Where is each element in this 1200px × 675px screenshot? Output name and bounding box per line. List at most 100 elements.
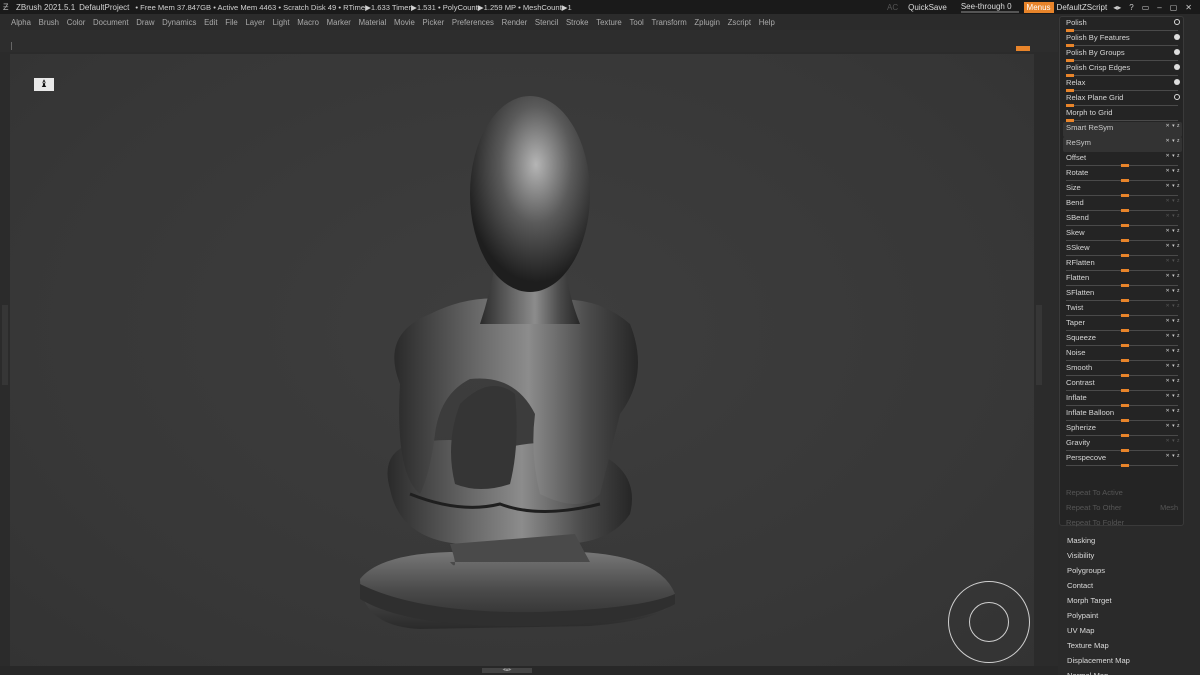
axis-toggle-icon[interactable]: ✕ ▾ z: [1166, 303, 1180, 309]
menu-layer[interactable]: Layer: [245, 18, 265, 27]
subpalette-contact[interactable]: Contact: [1067, 581, 1093, 590]
document-canvas[interactable]: ♝: [10, 54, 1034, 666]
button-relax-plane-grid[interactable]: Relax Plane Grid: [1063, 92, 1182, 107]
subpalette-visibility[interactable]: Visibility: [1067, 551, 1094, 560]
button-relax[interactable]: Relax: [1063, 77, 1182, 92]
menu-document[interactable]: Document: [93, 18, 129, 27]
subpalette-morph-target[interactable]: Morph Target: [1067, 596, 1112, 605]
lightbox-toggle-icon[interactable]: ♝: [34, 78, 54, 91]
default-zscript-button[interactable]: DefaultZScript: [1057, 3, 1108, 12]
subpalette-uv-map[interactable]: UV Map: [1067, 626, 1094, 635]
axis-toggle-icon[interactable]: ✕ ▾ z: [1166, 123, 1180, 129]
button-polish-by-groups[interactable]: Polish By Groups: [1063, 47, 1182, 62]
slider-inflate-balloon[interactable]: Inflate Balloon ✕ ▾ z: [1063, 407, 1182, 422]
menu-movie[interactable]: Movie: [394, 18, 415, 27]
maximize-icon[interactable]: ▢: [1170, 3, 1178, 12]
slider-offset[interactable]: Offset ✕ ▾ z: [1063, 152, 1182, 167]
axis-toggle-icon[interactable]: ✕ ▾ z: [1166, 318, 1180, 324]
menu-draw[interactable]: Draw: [136, 18, 154, 27]
subpalette-texture-map[interactable]: Texture Map: [1067, 641, 1109, 650]
menu-help[interactable]: Help: [759, 18, 775, 27]
subpalette-displacement-map[interactable]: Displacement Map: [1067, 656, 1130, 665]
button-polish-by-features[interactable]: Polish By Features: [1063, 32, 1182, 47]
menu-transform[interactable]: Transform: [651, 18, 686, 27]
polish-option-icon[interactable]: [1174, 19, 1180, 25]
menu-preferences[interactable]: Preferences: [452, 18, 494, 27]
menu-edit[interactable]: Edit: [204, 18, 217, 27]
polish-option-icon[interactable]: [1174, 49, 1180, 55]
shelf-indicator[interactable]: [1016, 46, 1030, 51]
mesh-option-label[interactable]: Mesh: [1160, 503, 1178, 512]
button-polish[interactable]: Polish: [1063, 17, 1182, 32]
axis-toggle-icon[interactable]: ✕ ▾ z: [1166, 138, 1180, 144]
menu-zplugin[interactable]: Zplugin: [694, 18, 720, 27]
axis-toggle-icon[interactable]: ✕ ▾ z: [1166, 258, 1180, 264]
quicksave-button[interactable]: QuickSave: [908, 3, 947, 12]
slider-sskew[interactable]: SSkew ✕ ▾ z: [1063, 242, 1182, 257]
slider-perspecove[interactable]: Perspecove ✕ ▾ z: [1063, 452, 1182, 467]
slider-taper[interactable]: Taper ✕ ▾ z: [1063, 317, 1182, 332]
menu-dynamics[interactable]: Dynamics: [162, 18, 196, 27]
navigation-gizmo[interactable]: [948, 581, 1030, 663]
slider-rflatten[interactable]: RFlatten ✕ ▾ z: [1063, 257, 1182, 272]
menu-zscript[interactable]: Zscript: [728, 18, 751, 27]
menu-picker[interactable]: Picker: [423, 18, 445, 27]
subpalette-normal-map[interactable]: Normal Map: [1067, 671, 1108, 675]
menu-alpha[interactable]: Alpha: [11, 18, 31, 27]
axis-toggle-icon[interactable]: ✕ ▾ z: [1166, 438, 1180, 444]
slider-spherize[interactable]: Spherize ✕ ▾ z: [1063, 422, 1182, 437]
axis-toggle-icon[interactable]: ✕ ▾ z: [1166, 378, 1180, 384]
menu-stroke[interactable]: Stroke: [566, 18, 589, 27]
polish-option-icon[interactable]: [1174, 94, 1180, 100]
project-name[interactable]: DefaultProject: [79, 3, 129, 12]
button-polish-crisp-edges[interactable]: Polish Crisp Edges: [1063, 62, 1182, 77]
menu-brush[interactable]: Brush: [39, 18, 59, 27]
slider-gravity[interactable]: Gravity ✕ ▾ z: [1063, 437, 1182, 452]
axis-toggle-icon[interactable]: ✕ ▾ z: [1166, 333, 1180, 339]
subpalette-polygroups[interactable]: Polygroups: [1067, 566, 1105, 575]
repeat-to-folder-button[interactable]: Repeat To Folder: [1063, 517, 1182, 532]
axis-toggle-icon[interactable]: ✕ ▾ z: [1166, 273, 1180, 279]
minimize-icon[interactable]: –: [1157, 3, 1161, 12]
axis-toggle-icon[interactable]: ✕ ▾ z: [1166, 408, 1180, 414]
repeat-to-active-button[interactable]: Repeat To Active: [1063, 487, 1182, 502]
button-morph-to-grid[interactable]: Morph to Grid: [1063, 107, 1182, 122]
menu-light[interactable]: Light: [273, 18, 290, 27]
axis-toggle-icon[interactable]: ✕ ▾ z: [1166, 183, 1180, 189]
axis-toggle-icon[interactable]: ✕ ▾ z: [1166, 213, 1180, 219]
axis-toggle-icon[interactable]: ✕ ▾ z: [1166, 198, 1180, 204]
repeat-to-other-button[interactable]: Repeat To Other Mesh: [1063, 502, 1182, 517]
slider-sflatten[interactable]: SFlatten ✕ ▾ z: [1063, 287, 1182, 302]
slider-smooth[interactable]: Smooth ✕ ▾ z: [1063, 362, 1182, 377]
axis-toggle-icon[interactable]: ✕ ▾ z: [1166, 393, 1180, 399]
axis-toggle-icon[interactable]: ✕ ▾ z: [1166, 348, 1180, 354]
axis-toggle-icon[interactable]: ✕ ▾ z: [1166, 228, 1180, 234]
slider-size[interactable]: Size ✕ ▾ z: [1063, 182, 1182, 197]
slider-skew[interactable]: Skew ✕ ▾ z: [1063, 227, 1182, 242]
left-tray-handle[interactable]: [2, 305, 8, 385]
see-through-slider[interactable]: See-through 0: [960, 2, 1019, 13]
sculpture-mesh[interactable]: [340, 74, 700, 634]
subpalette-polypaint[interactable]: Polypaint: [1067, 611, 1098, 620]
layout-icon[interactable]: ◂▸: [1113, 3, 1121, 12]
axis-toggle-icon[interactable]: ✕ ▾ z: [1166, 453, 1180, 459]
subpalette-masking[interactable]: Masking: [1067, 536, 1095, 545]
axis-toggle-icon[interactable]: ✕ ▾ z: [1166, 363, 1180, 369]
slider-inflate[interactable]: Inflate ✕ ▾ z: [1063, 392, 1182, 407]
menu-color[interactable]: Color: [67, 18, 86, 27]
slider-bend[interactable]: Bend ✕ ▾ z: [1063, 197, 1182, 212]
menu-macro[interactable]: Macro: [297, 18, 319, 27]
help-icon[interactable]: ?: [1129, 3, 1133, 12]
polish-option-icon[interactable]: [1174, 79, 1180, 85]
axis-toggle-icon[interactable]: ✕ ▾ z: [1166, 288, 1180, 294]
polish-option-icon[interactable]: [1174, 64, 1180, 70]
menu-tool[interactable]: Tool: [629, 18, 643, 27]
menu-material[interactable]: Material: [359, 18, 387, 27]
menu-stencil[interactable]: Stencil: [535, 18, 558, 27]
close-icon[interactable]: ✕: [1185, 3, 1192, 12]
axis-toggle-icon[interactable]: ✕ ▾ z: [1166, 153, 1180, 159]
restore-icon[interactable]: ▭: [1142, 3, 1150, 12]
menu-texture[interactable]: Texture: [596, 18, 622, 27]
navigation-gizmo-center[interactable]: [969, 602, 1009, 642]
axis-toggle-icon[interactable]: ✕ ▾ z: [1166, 423, 1180, 429]
